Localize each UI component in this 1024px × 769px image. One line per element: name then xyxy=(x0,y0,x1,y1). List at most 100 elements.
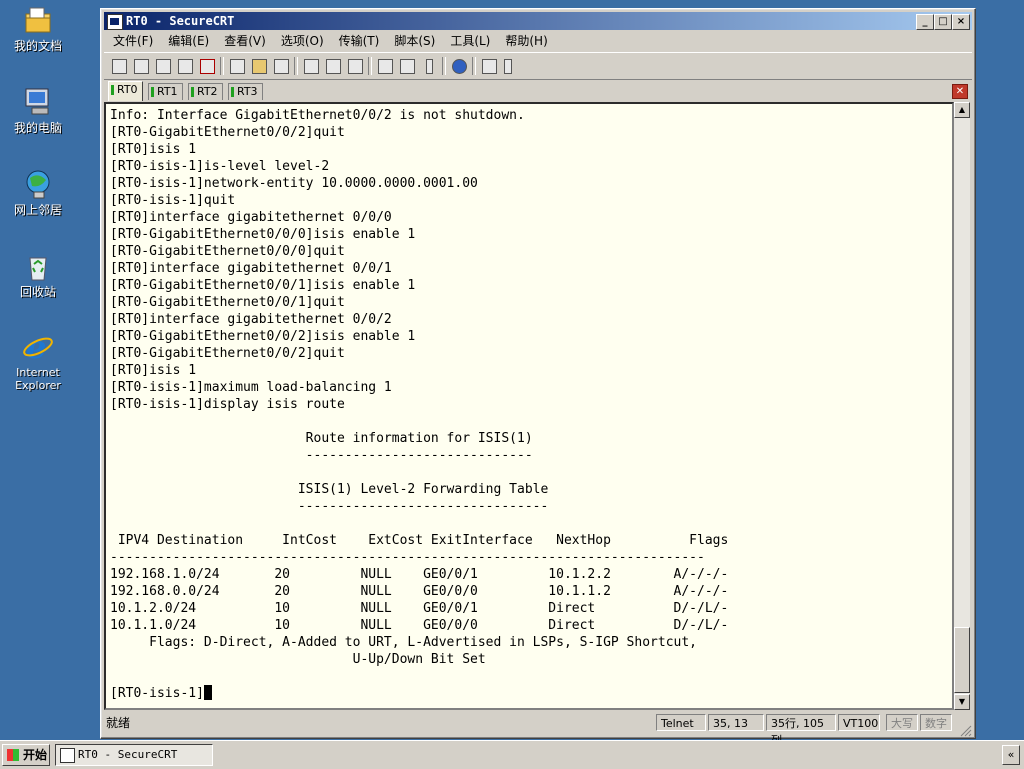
terminal-line: [RT0-GigabitEthernet0/0/2]isis enable 1 xyxy=(110,329,416,344)
terminal-line: IPV4 Destination IntCost ExtCost ExitInt… xyxy=(110,533,729,548)
scroll-up-icon[interactable]: ▲ xyxy=(954,102,970,118)
scrollbar-thumb[interactable] xyxy=(954,627,970,693)
menu-script[interactable]: 脚本(S) xyxy=(388,31,441,51)
terminal-line: Info: Interface GigabitEthernet0/0/2 is … xyxy=(110,108,525,123)
connect-in-tab-icon[interactable] xyxy=(154,57,172,75)
tab-rt0[interactable]: RT0 xyxy=(108,81,143,101)
menu-help[interactable]: 帮助(H) xyxy=(499,31,553,51)
toolbar-separator xyxy=(294,57,298,75)
status-ready: 就绪 xyxy=(106,716,131,730)
desktop-icon-internet-explorer[interactable]: e Internet Explorer xyxy=(4,328,72,392)
securecrt-app-icon xyxy=(107,14,123,30)
maximize-button[interactable]: □ xyxy=(934,14,952,30)
terminal-line: [RT0-isis-1]display isis route xyxy=(110,397,345,412)
menu-bar: 文件(F) 编辑(E) 查看(V) 选项(O) 传输(T) 脚本(S) 工具(L) 帮助(H) xyxy=(104,31,972,51)
keymap-icon[interactable] xyxy=(420,57,438,75)
status-cursor-position: 35, 13 xyxy=(708,714,764,731)
terminal-line: ----------------------------------------… xyxy=(110,550,705,565)
desktop-icon-label: Internet Explorer xyxy=(15,366,61,392)
terminal-output[interactable]: Info: Interface GigabitEthernet0/0/2 is … xyxy=(104,102,954,710)
toolbar-separator xyxy=(472,57,476,75)
menu-tools[interactable]: 工具(L) xyxy=(444,31,496,51)
terminal-line: [RT0-GigabitEthernet0/0/2]quit xyxy=(110,346,345,361)
desktop-icon-network[interactable]: 网上邻居 xyxy=(4,168,72,217)
disconnect-icon[interactable] xyxy=(198,57,216,75)
terminal-line: [RT0-GigabitEthernet0/0/0]quit xyxy=(110,244,345,259)
terminal-line: 10.1.2.0/24 10 NULL GE0/0/1 Direct D/-/L… xyxy=(110,601,729,616)
desktop-icon-label: 回收站 xyxy=(19,285,56,299)
window-titlebar[interactable]: RT0 - SecureCRT _ □ × xyxy=(104,12,972,30)
terminal-line: 192.168.1.0/24 20 NULL GE0/0/1 10.1.2.2 … xyxy=(110,567,729,582)
terminal-line: [RT0-GigabitEthernet0/0/2]quit xyxy=(110,125,345,140)
tray-expand-icon[interactable]: « xyxy=(1002,745,1020,765)
terminal-line: [RT0-isis-1]is-level level-2 xyxy=(110,159,330,174)
terminal-line: U-Up/Down Bit Set xyxy=(110,652,486,667)
close-tab-icon[interactable]: ✕ xyxy=(952,84,968,99)
reconnect-icon[interactable] xyxy=(176,57,194,75)
tab-rt3[interactable]: RT3 xyxy=(228,83,263,100)
menu-transfer[interactable]: 传输(T) xyxy=(333,31,386,51)
quick-connect-icon[interactable] xyxy=(132,57,150,75)
taskbar-securecrt-button[interactable]: RT0 - SecureCRT xyxy=(55,744,213,766)
toolbar-separator xyxy=(220,57,224,75)
terminal-line: [RT0-isis-1] xyxy=(110,686,204,701)
menu-options[interactable]: 选项(O) xyxy=(275,31,330,51)
print-setup-icon[interactable] xyxy=(302,57,320,75)
resize-grip-icon[interactable] xyxy=(960,722,972,737)
scroll-down-icon[interactable]: ▼ xyxy=(954,694,970,710)
desktop-icon-my-computer[interactable]: 我的电脑 xyxy=(4,86,72,135)
desktop-icon-label: 我的文档 xyxy=(13,39,62,53)
tab-rt1[interactable]: RT1 xyxy=(148,83,183,100)
start-button[interactable]: 开始 xyxy=(2,744,50,766)
terminal-line: [RT0-GigabitEthernet0/0/1]quit xyxy=(110,295,345,310)
session-options-icon[interactable] xyxy=(376,57,394,75)
close-button[interactable]: × xyxy=(952,14,970,30)
connect-icon[interactable] xyxy=(110,57,128,75)
toolbar-overflow-icon[interactable] xyxy=(502,57,512,75)
desktop-icon-my-documents[interactable]: 我的文档 xyxy=(4,4,72,53)
terminal-line: 192.168.0.0/24 20 NULL GE0/0/0 10.1.1.2 … xyxy=(110,584,729,599)
desktop-icon-label: 我的电脑 xyxy=(13,121,62,135)
recycle-bin-icon xyxy=(22,250,54,282)
status-num-lock: 数字 xyxy=(920,714,952,731)
terminal-line: ISIS(1) Level-2 Forwarding Table xyxy=(110,482,549,497)
status-caps-lock: 大写 xyxy=(886,714,918,731)
session-tab-bar: RT0 RT1 RT2 RT3 ✕ xyxy=(104,81,972,101)
desktop-icon-recycle-bin[interactable]: 回收站 xyxy=(4,250,72,299)
terminal-line: [RT0-isis-1]network-entity 10.0000.0000.… xyxy=(110,176,478,191)
terminal-line: [RT0]isis 1 xyxy=(110,142,197,157)
terminal-line: [RT0-isis-1]maximum load-balancing 1 xyxy=(110,380,392,395)
toolbar xyxy=(104,52,972,80)
print-icon[interactable] xyxy=(346,57,364,75)
menu-file[interactable]: 文件(F) xyxy=(107,31,159,51)
menu-view[interactable]: 查看(V) xyxy=(218,31,272,51)
terminal-line: [RT0]interface gigabitethernet 0/0/2 xyxy=(110,312,392,327)
copy-icon[interactable] xyxy=(228,57,246,75)
find-icon[interactable] xyxy=(272,57,290,75)
windows-logo-icon xyxy=(7,749,19,761)
desktop-icon-label: 网上邻居 xyxy=(13,203,62,217)
terminal-lines: Info: Interface GigabitEthernet0/0/2 is … xyxy=(110,108,728,701)
minimize-button[interactable]: _ xyxy=(916,14,934,30)
terminal-line: [RT0]interface gigabitethernet 0/0/0 xyxy=(110,210,392,225)
vertical-scrollbar[interactable]: ▲ ▼ xyxy=(954,102,970,710)
print-selection-icon[interactable] xyxy=(324,57,342,75)
taskbar-task-label: RT0 - SecureCRT xyxy=(78,748,178,761)
terminal-line: -------------------------------- xyxy=(110,499,549,514)
window-title: RT0 - SecureCRT xyxy=(126,14,235,28)
tab-rt2[interactable]: RT2 xyxy=(188,83,223,100)
status-protocol: Telnet xyxy=(656,714,706,731)
terminal-line: Route information for ISIS(1) xyxy=(110,431,533,446)
paste-icon[interactable] xyxy=(250,57,268,75)
terminal-cursor xyxy=(203,685,212,700)
button-bar-icon[interactable] xyxy=(480,57,498,75)
my-computer-icon xyxy=(22,86,54,118)
toolbar-separator xyxy=(368,57,372,75)
terminal-text: Info: Interface GigabitEthernet0/0/2 is … xyxy=(110,107,728,702)
status-terminal-size: 35行, 105列 xyxy=(766,714,836,747)
global-options-icon[interactable] xyxy=(398,57,416,75)
terminal-line: 10.1.1.0/24 10 NULL GE0/0/0 Direct D/-/L… xyxy=(110,618,729,633)
help-icon[interactable] xyxy=(450,57,468,75)
terminal-line: [RT0-isis-1]quit xyxy=(110,193,236,208)
menu-edit[interactable]: 编辑(E) xyxy=(162,31,215,51)
